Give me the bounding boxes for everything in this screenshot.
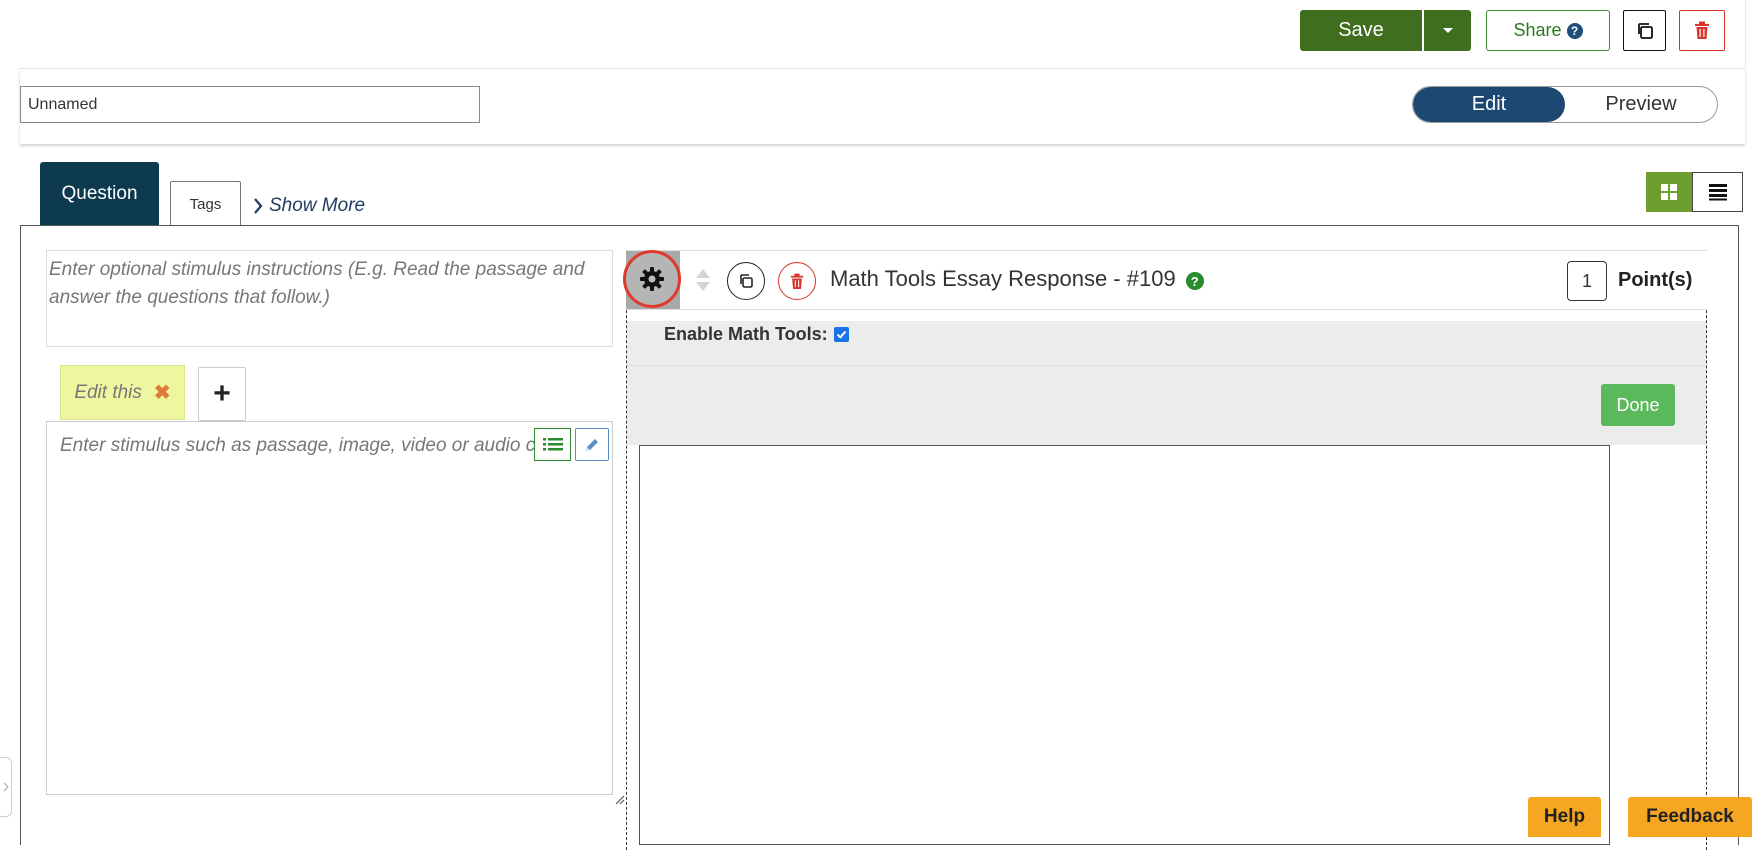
gear-icon (640, 267, 664, 291)
share-button[interactable]: Share ? (1486, 10, 1610, 51)
stimulus-edit-button[interactable] (575, 428, 609, 461)
stimulus-placeholder: Enter stimulus such as passage, image, v… (60, 435, 555, 456)
essay-response-area[interactable] (639, 445, 1610, 845)
question-title-text: Math Tools Essay Response - #109 (830, 266, 1176, 291)
points-input[interactable]: 1 (1567, 261, 1607, 301)
chevron-right-icon (3, 782, 9, 792)
add-stimulus-tab-button[interactable]: + (198, 367, 246, 421)
grid-view-button[interactable] (1646, 172, 1692, 212)
delete-question-button[interactable] (778, 262, 816, 300)
show-more-link[interactable]: Show More (253, 193, 365, 219)
trash-icon (790, 273, 804, 289)
edit-preview-toggle: Edit Preview (1412, 86, 1718, 123)
question-title: Math Tools Essay Response - #109 ? (830, 266, 1204, 292)
preview-mode-button[interactable]: Preview (1565, 87, 1717, 122)
stimulus-tab-label: Edit this (74, 381, 142, 403)
delete-item-button[interactable] (1679, 10, 1725, 51)
checkmark-icon (836, 330, 846, 339)
item-name-input[interactable] (20, 86, 480, 123)
question-circle-icon: ? (1566, 22, 1583, 39)
stimulus-instructions-field[interactable]: Enter optional stimulus instructions (E.… (46, 250, 613, 347)
stimulus-editor[interactable] (46, 421, 613, 795)
settings-divider (627, 365, 1706, 366)
copy-icon (1637, 22, 1653, 39)
duplicate-item-button[interactable] (1623, 10, 1666, 51)
share-label: Share (1513, 20, 1562, 40)
list-view-icon (1708, 184, 1727, 201)
show-more-label: Show More (269, 195, 366, 216)
side-panel-toggle[interactable] (0, 757, 12, 817)
reorder-handle[interactable] (693, 266, 713, 294)
page-edge-divider (1745, 0, 1746, 68)
enable-math-tools-option: Enable Math Tools: (664, 324, 849, 345)
chevron-right-icon (254, 198, 263, 214)
edit-mode-button[interactable]: Edit (1413, 87, 1565, 122)
list-view-button[interactable] (1692, 172, 1743, 212)
help-button[interactable]: Help (1528, 797, 1601, 837)
done-button[interactable]: Done (1601, 384, 1675, 426)
pencil-icon (586, 438, 598, 451)
stimulus-list-button[interactable] (534, 428, 571, 461)
points-label: Point(s) (1618, 269, 1693, 291)
save-button[interactable]: Save (1300, 10, 1422, 51)
duplicate-question-button[interactable] (727, 262, 765, 300)
save-options-dropdown[interactable] (1424, 10, 1471, 51)
tab-question[interactable]: Question (40, 162, 159, 226)
question-settings-button[interactable] (623, 250, 681, 308)
copy-icon (740, 274, 753, 288)
trash-icon (1695, 21, 1709, 39)
stimulus-tab-edit-this[interactable]: Edit this ✖ (60, 365, 185, 420)
caret-down-icon (1442, 28, 1453, 33)
sort-icon (696, 269, 710, 291)
enable-math-tools-checkbox[interactable] (833, 327, 849, 342)
resize-handle-icon[interactable] (613, 793, 625, 805)
grid-view-icon (1661, 184, 1677, 200)
question-circle-icon[interactable]: ? (1185, 272, 1204, 290)
enable-math-tools-label: Enable Math Tools: (664, 324, 828, 344)
close-icon[interactable]: ✖ (154, 380, 171, 405)
feedback-button[interactable]: Feedback (1628, 797, 1752, 837)
tab-tags[interactable]: Tags (170, 181, 241, 226)
list-icon (542, 437, 563, 450)
